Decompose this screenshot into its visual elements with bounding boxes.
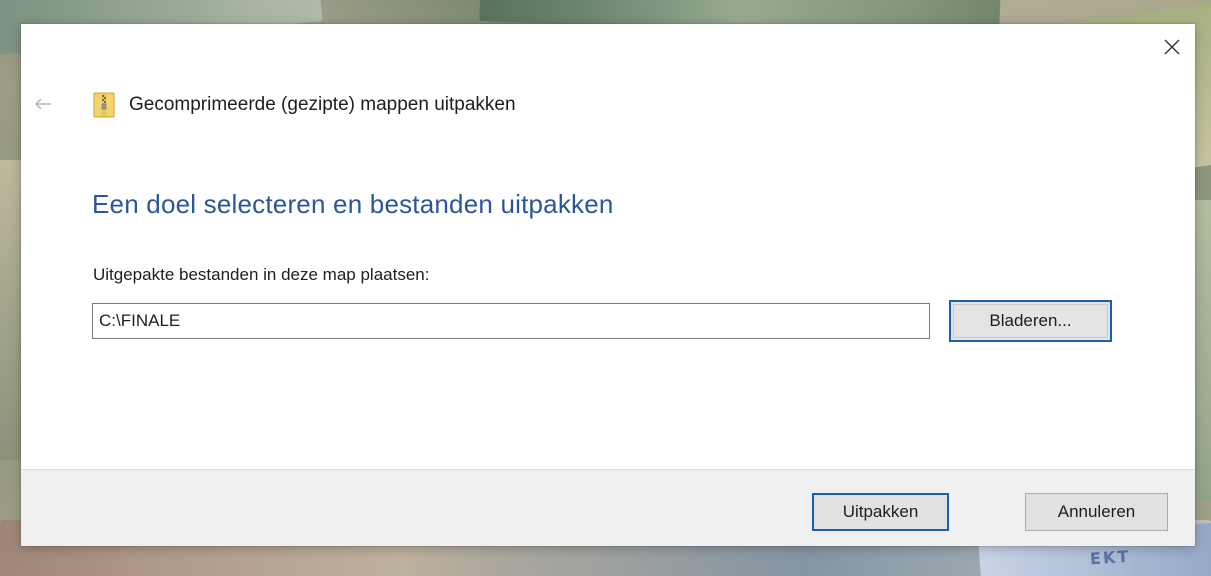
zip-folder-icon bbox=[93, 92, 115, 118]
desktop-background: EKT Gecomprimeerde (gezipte) mappen uitp… bbox=[0, 0, 1211, 576]
destination-path-input[interactable] bbox=[92, 303, 930, 339]
cancel-button-label: Annuleren bbox=[1057, 502, 1136, 521]
destination-label: Uitgepakte bestanden in deze map plaatse… bbox=[93, 265, 430, 284]
main-instruction: Een doel selecteren en bestanden uitpakk… bbox=[92, 189, 614, 219]
browse-button-label: Bladeren... bbox=[989, 311, 1072, 330]
back-button[interactable] bbox=[29, 90, 57, 118]
extract-button-label: Uitpakken bbox=[842, 502, 919, 521]
banknote-text: EKT bbox=[1089, 546, 1131, 569]
dialog-footer: Uitpakken Annuleren bbox=[21, 469, 1195, 546]
dialog-header: Gecomprimeerde (gezipte) mappen uitpakke… bbox=[93, 90, 516, 120]
back-arrow-icon bbox=[35, 98, 51, 110]
close-icon bbox=[1164, 39, 1180, 55]
dialog-title: Gecomprimeerde (gezipte) mappen uitpakke… bbox=[129, 94, 516, 115]
cancel-button[interactable]: Annuleren bbox=[1025, 493, 1168, 531]
extract-dialog: Gecomprimeerde (gezipte) mappen uitpakke… bbox=[21, 24, 1195, 546]
extract-button[interactable]: Uitpakken bbox=[812, 493, 949, 531]
browse-button[interactable]: Bladeren... bbox=[949, 300, 1112, 342]
close-button[interactable] bbox=[1149, 24, 1195, 70]
